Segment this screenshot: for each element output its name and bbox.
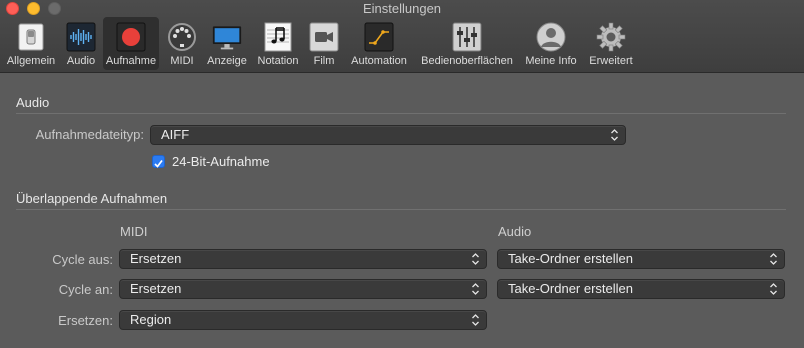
window-title: Einstellungen xyxy=(362,1,442,16)
waveform-icon xyxy=(66,22,96,52)
cycle-on-midi-popup[interactable]: Ersetzen xyxy=(119,279,487,299)
tab-label: Anzeige xyxy=(207,55,247,67)
chevron-up-down-icon xyxy=(770,253,777,265)
cycle-on-label: Cycle an: xyxy=(58,282,113,297)
tab-aufnahme[interactable]: Aufnahme xyxy=(103,17,159,70)
tab-anzeige[interactable]: Anzeige xyxy=(204,17,250,70)
chevron-up-down-icon xyxy=(472,283,479,295)
chevron-up-down-icon xyxy=(770,283,777,295)
filetype-value: AIFF xyxy=(161,127,190,142)
audio-column-header: Audio xyxy=(498,224,532,239)
display-icon xyxy=(212,22,242,52)
tab-allgemein[interactable]: Allgemein xyxy=(4,17,58,70)
popup-value: Take-Ordner erstellen xyxy=(508,251,633,266)
control-surface-icon xyxy=(452,22,482,52)
popup-value: Ersetzen xyxy=(130,251,182,266)
notation-icon xyxy=(263,22,293,52)
user-icon xyxy=(536,22,566,52)
replace-label: Ersetzen: xyxy=(58,313,113,328)
tab-bedienoberflaechen[interactable]: Bedienoberflächen xyxy=(414,17,520,70)
filetype-popup[interactable]: AIFF xyxy=(150,125,626,145)
tab-label: Notation xyxy=(257,55,299,67)
section-divider xyxy=(16,209,786,210)
gear-icon xyxy=(596,22,626,52)
tab-erweitert[interactable]: Erweitert xyxy=(584,17,638,70)
tab-label: Audio xyxy=(66,55,96,67)
cycle-off-label: Cycle aus: xyxy=(52,252,113,267)
midi-port-icon xyxy=(167,22,197,52)
preferences-toolbar: Allgemein Audio Aufnahme MIDI Anzeige No… xyxy=(0,17,804,70)
switch-icon xyxy=(16,22,46,52)
tab-label: Aufnahme xyxy=(105,55,157,67)
tab-label: MIDI xyxy=(170,55,194,67)
popup-value: Region xyxy=(130,312,172,327)
record-icon xyxy=(116,22,146,52)
checkmark-icon xyxy=(154,159,163,168)
preferences-window: Einstellungen Allgemein Audio Aufnahme M… xyxy=(0,0,804,348)
section-divider xyxy=(16,113,786,114)
replace-midi-popup[interactable]: Region xyxy=(119,310,487,330)
tab-midi[interactable]: MIDI xyxy=(165,17,199,70)
popup-value: Take-Ordner erstellen xyxy=(508,281,633,296)
bit24-label: 24-Bit-Aufnahme xyxy=(172,154,270,169)
chevron-up-down-icon xyxy=(611,129,618,141)
tab-label: Bedienoberflächen xyxy=(421,55,513,67)
tab-label: Meine Info xyxy=(525,55,577,67)
audio-section-title: Audio xyxy=(16,95,50,110)
filetype-label: Aufnahmedateityp: xyxy=(35,127,144,142)
tab-label: Allgemein xyxy=(6,55,56,67)
cycle-on-audio-popup[interactable]: Take-Ordner erstellen xyxy=(497,279,785,299)
title-bar: Einstellungen Allgemein Audio Aufnahme M… xyxy=(0,0,804,73)
automation-icon xyxy=(364,22,394,52)
chevron-up-down-icon xyxy=(472,253,479,265)
overlap-section-title: Überlappende Aufnahmen xyxy=(16,191,168,206)
tab-notation[interactable]: Notation xyxy=(254,17,302,70)
tab-label: Film xyxy=(313,55,335,67)
tab-meine-info[interactable]: Meine Info xyxy=(522,17,580,70)
popup-value: Ersetzen xyxy=(130,281,182,296)
tab-film[interactable]: Film xyxy=(307,17,341,70)
chevron-up-down-icon xyxy=(472,314,479,326)
tab-automation[interactable]: Automation xyxy=(346,17,412,70)
tab-label: Erweitert xyxy=(589,55,633,67)
cycle-off-audio-popup[interactable]: Take-Ordner erstellen xyxy=(497,249,785,269)
cycle-off-midi-popup[interactable]: Ersetzen xyxy=(119,249,487,269)
film-camera-icon xyxy=(309,22,339,52)
midi-column-header: MIDI xyxy=(120,224,148,239)
tab-label: Automation xyxy=(351,55,407,67)
bit24-checkbox[interactable] xyxy=(152,155,165,168)
tab-audio[interactable]: Audio xyxy=(62,17,100,70)
